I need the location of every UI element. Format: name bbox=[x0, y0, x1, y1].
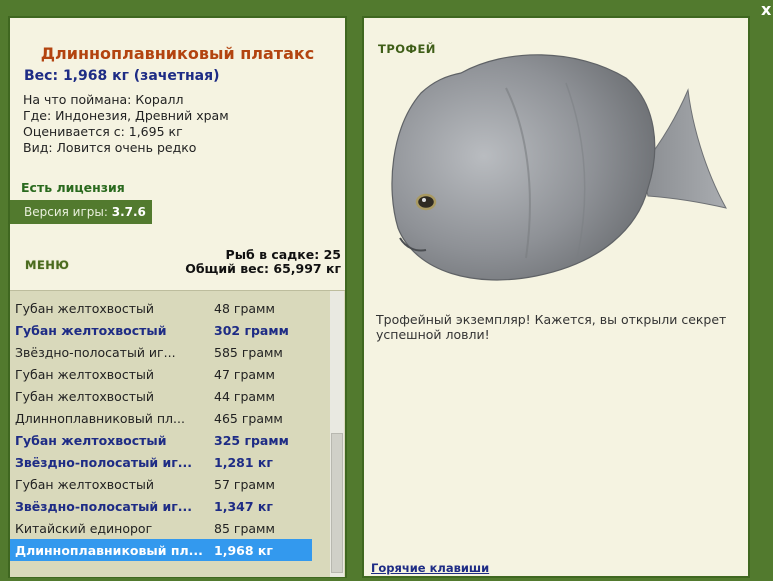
fish-list-row[interactable]: Губан желтохвостый 302 грамм bbox=[10, 319, 312, 341]
total-weight: Общий вес: 65,997 кг bbox=[185, 261, 341, 276]
keepnet-fish-list[interactable]: Губан желтохвостый 48 грамм Губан желтохво… bbox=[10, 290, 345, 577]
fish-list-weight: 85 грамм bbox=[214, 521, 275, 536]
trophy-description: Трофейный экземпляр! Кажется, вы открыли… bbox=[376, 312, 727, 342]
rarity-info: Вид: Ловится очень редко bbox=[23, 140, 197, 155]
fish-list-row[interactable]: Губан желтохвостый 44 грамм bbox=[10, 385, 312, 407]
fish-list-name: Длинноплавниковый пл... bbox=[15, 543, 203, 558]
fish-list-weight: 302 грамм bbox=[214, 323, 289, 338]
fish-list-row[interactable]: Звёздно-полосатый иг... 1,347 кг bbox=[10, 495, 312, 517]
fish-list-name: Звёздно-полосатый иг... bbox=[15, 345, 176, 360]
fish-list-name: Губан желтохвостый bbox=[15, 367, 154, 382]
fish-list-row[interactable]: Губан желтохвостый 57 грамм bbox=[10, 473, 312, 495]
fish-list-row[interactable]: Китайский единорог 85 грамм bbox=[10, 517, 312, 539]
trophy-panel: ТРОФЕЙ Трофейный экземпляр! Кажется, вы … bbox=[362, 16, 750, 578]
fish-list-name: Губан желтохвостый bbox=[15, 433, 167, 448]
fish-list-name: Губан желтохвостый bbox=[15, 477, 154, 492]
valued-from-info: Оценивается с: 1,695 кг bbox=[23, 124, 183, 139]
menu-button[interactable]: МЕНЮ bbox=[25, 258, 69, 272]
fish-list-weight: 47 грамм bbox=[214, 367, 275, 382]
fish-list-weight: 44 грамм bbox=[214, 389, 275, 404]
platax-fish-icon bbox=[391, 54, 727, 281]
fish-weight: Вес: 1,968 кг (зачетная) bbox=[24, 68, 220, 84]
fish-list-name: Китайский единорог bbox=[15, 521, 153, 536]
license-status: Есть лицензия bbox=[21, 180, 125, 195]
fish-list-name: Губан желтохвостый bbox=[15, 323, 167, 338]
keepnet-stats: Рыб в садке: 25 Общий вес: 65,997 кг bbox=[185, 248, 341, 276]
fish-list-weight: 1,347 кг bbox=[214, 499, 273, 514]
fish-list-weight: 57 грамм bbox=[214, 477, 275, 492]
bait-info: На что поймана: Коралл bbox=[23, 92, 184, 107]
fish-count: Рыб в садке: 25 bbox=[225, 247, 341, 262]
fish-list-name: Звёздно-полосатый иг... bbox=[15, 455, 193, 470]
fish-list-name: Губан желтохвостый bbox=[15, 389, 154, 404]
catch-info-panel: Длинноплавниковый платакс Вес: 1,968 кг … bbox=[8, 16, 347, 578]
fish-list-weight: 585 грамм bbox=[214, 345, 283, 360]
fish-list-row[interactable]: Звёздно-полосатый иг... 1,281 кг bbox=[10, 451, 312, 473]
hotkeys-link[interactable]: Горячие клавиши bbox=[371, 561, 489, 575]
fish-list-row[interactable]: Длинноплавниковый пл... 465 грамм bbox=[10, 407, 312, 429]
fish-list-name: Звёздно-полосатый иг... bbox=[15, 499, 193, 514]
version-label: Версия игры: bbox=[24, 205, 108, 219]
fish-list-row[interactable]: Губан желтохвостый 47 грамм bbox=[10, 363, 312, 385]
fish-list-row[interactable]: Губан желтохвостый 325 грамм bbox=[10, 429, 312, 451]
version-badge: Версия игры: 3.7.6 bbox=[10, 200, 152, 224]
location-info: Где: Индонезия, Древний храм bbox=[23, 108, 229, 123]
fish-list-name: Губан желтохвостый bbox=[15, 301, 154, 316]
fish-list-row[interactable]: Звёздно-полосатый иг... 585 грамм bbox=[10, 341, 312, 363]
close-button[interactable]: x bbox=[761, 0, 771, 19]
list-scrollbar-thumb[interactable] bbox=[331, 433, 343, 573]
fish-list-weight: 48 грамм bbox=[214, 301, 275, 316]
version-value: 3.7.6 bbox=[111, 205, 146, 219]
fish-list-row[interactable]: Губан желтохвостый 48 грамм bbox=[10, 297, 312, 319]
fish-list-weight: 1,968 кг bbox=[214, 543, 273, 558]
fish-list-weight: 465 грамм bbox=[214, 411, 283, 426]
fish-list-weight: 325 грамм bbox=[214, 433, 289, 448]
fish-name-title: Длинноплавниковый платакс bbox=[40, 44, 315, 63]
fish-list-weight: 1,281 кг bbox=[214, 455, 273, 470]
fish-list-row[interactable]: Длинноплавниковый пл... 1,968 кг bbox=[10, 539, 312, 561]
fish-list-name: Длинноплавниковый пл... bbox=[15, 411, 185, 426]
